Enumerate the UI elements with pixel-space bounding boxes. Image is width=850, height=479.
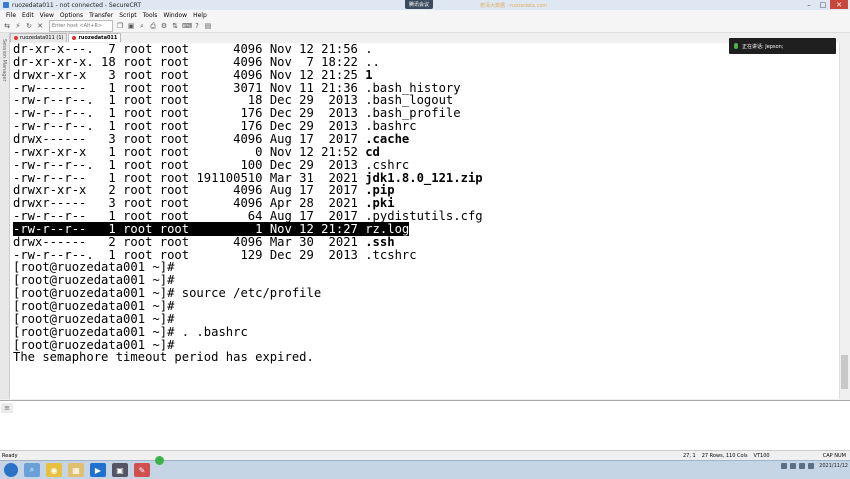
windows-start-icon[interactable] (4, 463, 18, 477)
console-line: The semaphore timeout period has expired… (13, 350, 314, 365)
quick-connect-icon[interactable]: ⚡ (14, 22, 22, 30)
copy-icon[interactable]: ❐ (116, 22, 124, 30)
menu-file[interactable]: File (6, 12, 16, 19)
search-icon[interactable]: ⌕ (24, 463, 40, 477)
meeting-app-icon[interactable]: ▶ (90, 463, 106, 477)
tab-session-2[interactable]: ruozedata011 (68, 33, 122, 42)
command-window-menu-icon[interactable]: ≡ (1, 403, 13, 413)
menu-window[interactable]: Window (163, 12, 187, 19)
host-input[interactable] (49, 20, 113, 32)
column-gap (86, 209, 93, 223)
terminal-size: 27 Rows, 110 Cols (701, 453, 748, 459)
find-icon[interactable]: ⌕ (138, 22, 146, 30)
sftp-icon[interactable]: ⇅ (171, 22, 179, 30)
menu-help[interactable]: Help (193, 12, 207, 19)
console-line: [root@ruozedata001 ~]# (13, 311, 175, 326)
terminal-screen[interactable]: dr-xr-x---. 7 root root 4096 Nov 12 21:5… (10, 43, 840, 399)
disconnected-icon (72, 36, 77, 40)
menu-options[interactable]: Options (60, 12, 83, 19)
close-button[interactable]: ✕ (830, 0, 848, 9)
console-line: [root@ruozedata001 ~]# . .bashrc (13, 324, 248, 339)
toolbar: ⇆ ⚡ ↻ ✕ ❐ ▣ ⌕ ⎙ ⚙ ⇅ ⌨ ? ▤ (0, 20, 850, 33)
speaking-indicator: 正在讲话: Jepson; (729, 38, 836, 54)
settings-icon[interactable]: ⚙ (160, 22, 168, 30)
speaking-label: 正在讲话: Jepson; (742, 43, 784, 50)
chrome-icon[interactable]: ◉ (46, 463, 62, 477)
window-controls: – □ ✕ (802, 0, 848, 10)
paint-app-icon[interactable]: ✎ (134, 463, 150, 477)
reconnect-icon[interactable]: ↻ (25, 22, 33, 30)
file-details: 1 root root 64 Aug 17 2017 (93, 209, 366, 224)
watermark: 若泽大数据 · ruozedata.com (480, 3, 548, 9)
command-window[interactable]: ≡ (0, 400, 850, 451)
session-manager-panel[interactable]: Session Manager (0, 33, 10, 399)
connect-icon[interactable]: ⇆ (3, 22, 11, 30)
disconnect-icon[interactable]: ✕ (36, 22, 44, 30)
maximize-button[interactable]: □ (816, 0, 830, 9)
disconnected-icon (14, 36, 18, 40)
paste-icon[interactable]: ▣ (127, 22, 135, 30)
file-permissions: -rw-r--r-- (13, 209, 87, 224)
tab-label: ruozedata011 (78, 35, 118, 41)
file-explorer-icon[interactable]: ▦ (68, 463, 84, 477)
terminal-type: VT100 (753, 453, 770, 459)
scrollbar-thumb[interactable] (841, 355, 848, 389)
tray-app-icon[interactable] (808, 463, 815, 469)
meeting-indicator[interactable]: 腾讯会议 (405, 0, 434, 9)
window-title: ruozedata011 - not connected - SecureCRT (12, 1, 142, 9)
cursor-position: 27, 1 (683, 453, 696, 459)
screen-icon[interactable]: ▤ (204, 22, 212, 30)
menu-tools[interactable]: Tools (143, 12, 158, 19)
minimize-button[interactable]: – (802, 0, 816, 9)
status-text: Ready (2, 453, 18, 459)
cursor-highlight-dot (155, 456, 164, 465)
menu-bar: File Edit View Options Transfer Script T… (0, 10, 850, 20)
terminal-scrollbar[interactable] (839, 43, 850, 399)
menu-script[interactable]: Script (119, 12, 136, 19)
keyboard-state: CAP NUM (822, 453, 846, 459)
print-icon[interactable]: ⎙ (149, 22, 157, 30)
tab-session-1[interactable]: ruozedata011 (1) (10, 33, 68, 42)
securecrt-task-icon[interactable]: ▣ (112, 463, 128, 477)
menu-view[interactable]: View (40, 12, 54, 19)
menu-transfer[interactable]: Transfer (89, 12, 113, 19)
system-tray: 2021/11/12 (778, 463, 848, 469)
taskbar-clock[interactable]: 2021/11/12 (819, 463, 848, 469)
securecrt-app-icon (3, 2, 9, 8)
help-icon[interactable]: ? (193, 22, 201, 30)
session-manager-label: Session Manager (1, 39, 7, 82)
menu-edit[interactable]: Edit (22, 12, 34, 19)
microphone-icon (734, 43, 738, 49)
file-name: .tcshrc (365, 247, 417, 262)
taskbar: ⌕ ◉ ▦ ▶ ▣ ✎ 2021/11/12 (0, 460, 850, 479)
tab-label: ruozedata011 (1) (20, 35, 64, 41)
tray-network-icon[interactable] (781, 463, 788, 469)
tray-volume-icon[interactable] (790, 463, 797, 469)
file-name: .pydistutils.cfg (365, 209, 483, 224)
session-tabs: ruozedata011 (1) ruozedata011 (10, 33, 122, 42)
tray-ime-icon[interactable] (799, 463, 806, 469)
keymap-icon[interactable]: ⌨ (182, 22, 192, 30)
